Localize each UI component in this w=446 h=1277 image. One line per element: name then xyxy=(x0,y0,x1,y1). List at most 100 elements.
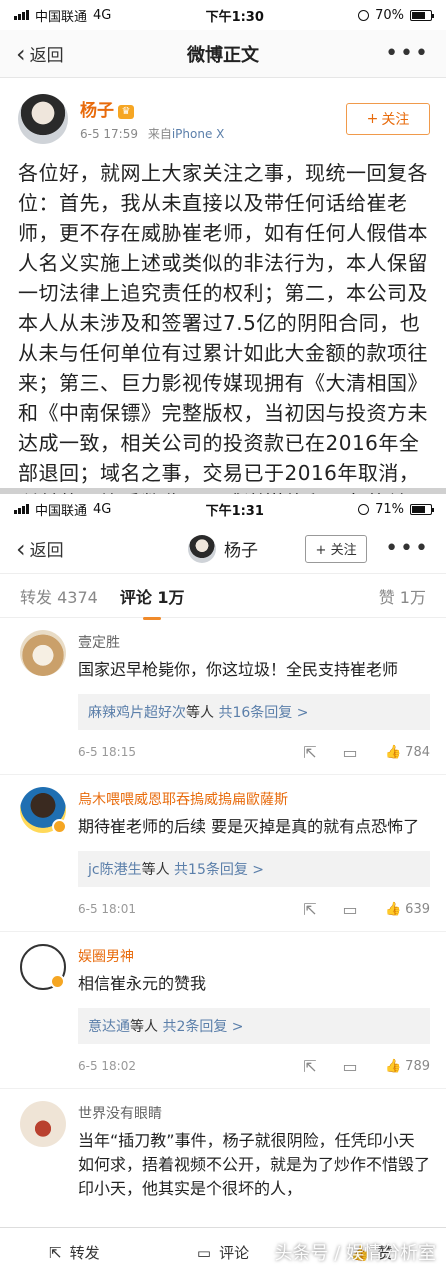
thumbs-up-icon: 👍 xyxy=(384,901,402,917)
like-button[interactable]: 👍 784 xyxy=(370,745,430,760)
comment-item: 壹定胜 国家迟早枪毙你，你这垃圾！全民支持崔老师 麻辣鸡片超好次等人 共16条回… xyxy=(0,618,446,775)
avatar xyxy=(188,534,216,563)
follow-button[interactable]: + 关注 xyxy=(305,534,368,563)
battery-percent: 70% xyxy=(375,7,404,23)
like-button[interactable]: 👍 789 xyxy=(370,1059,430,1074)
battery-icon xyxy=(410,503,434,515)
carrier-label: 中国联通 xyxy=(35,503,88,519)
signal-icon xyxy=(14,10,29,20)
comment-author[interactable]: 娱圈男神 xyxy=(78,946,430,966)
more-icon[interactable]: ••• xyxy=(385,41,430,66)
comment-icon: ▭ xyxy=(196,1243,212,1262)
comment-text: 期待崔老师的后续 要是灭掉是真的就有点恐怖了 xyxy=(78,817,420,836)
nav-bar: ‹ 返回 微博正文 ••• xyxy=(0,30,446,78)
chevron-left-icon: ‹ xyxy=(16,39,26,68)
replies-preview[interactable]: jc陈港生等人 共15条回复 > xyxy=(78,851,430,887)
more-icon[interactable]: ••• xyxy=(385,536,430,561)
replies-mid: 等人 xyxy=(186,705,214,721)
battery-icon xyxy=(410,9,434,21)
comment-author[interactable]: 壹定胜 xyxy=(78,632,430,652)
back-button[interactable]: ‹ 返回 xyxy=(16,534,64,563)
status-bar: 中国联通 4G 下午1:30 70% xyxy=(0,0,446,30)
comment-footer: 6-5 18:02 ⇱ ▭ 👍 789 xyxy=(78,1044,430,1088)
comment-text: 国家迟早枪毙你，你这垃圾！全民支持崔老师 xyxy=(78,660,399,679)
vip-crown-icon: ♛ xyxy=(118,104,134,119)
verified-badge-icon xyxy=(52,819,67,834)
thumbs-up-icon: 👍 xyxy=(384,744,402,760)
share-icon[interactable]: ⇱ xyxy=(290,1057,330,1076)
screen-comments: 中国联通 4G 下午1:31 71% ‹ 返回 杨子 + 关注 ••• 转发 4… xyxy=(0,494,446,1277)
like-count: 784 xyxy=(405,744,430,760)
clock-label: 下午1:30 xyxy=(205,9,264,25)
post-time: 6-5 17:59 xyxy=(80,127,138,141)
watermark-text: 头条号 / 娱情分析室 xyxy=(274,1243,436,1264)
avatar[interactable] xyxy=(20,1101,66,1147)
nav-username: 杨子 xyxy=(224,541,258,561)
replies-count-link[interactable]: 共2条回复 > xyxy=(162,1019,243,1035)
like-button[interactable]: 👍 639 xyxy=(370,902,430,917)
replies-count-link[interactable]: 共16条回复 > xyxy=(218,705,308,721)
tab-bar: 转发 4374 评论 1万 赞 1万 xyxy=(0,574,446,620)
tab-repost[interactable]: 转发 4374 xyxy=(20,584,98,608)
rotation-lock-icon xyxy=(358,9,370,21)
repost-icon: ⇱ xyxy=(49,1243,62,1262)
reply-icon[interactable]: ▭ xyxy=(330,1057,370,1076)
replies-count-link[interactable]: 共15条回复 > xyxy=(174,862,264,878)
reply-icon[interactable]: ▭ xyxy=(330,900,370,919)
tab-comment[interactable]: 评论 1万 xyxy=(120,584,185,620)
nav-bar: ‹ 返回 杨子 + 关注 ••• xyxy=(0,524,446,574)
avatar[interactable] xyxy=(18,94,68,144)
share-icon[interactable]: ⇱ xyxy=(290,743,330,762)
post-body: 各位好，就网上大家关注之事，现统一回复各位：首先，我从未直接以及带任何话给崔老师… xyxy=(18,161,428,545)
signal-icon xyxy=(14,504,29,514)
repost-label: 转发 xyxy=(69,1244,100,1262)
clock-label: 下午1:31 xyxy=(205,503,264,519)
replies-preview[interactable]: 意达通等人 共2条回复 > xyxy=(78,1008,430,1044)
battery-percent: 71% xyxy=(375,501,404,517)
replies-preview[interactable]: 麻辣鸡片超好次等人 共16条回复 > xyxy=(78,694,430,730)
follow-button[interactable]: + 关注 xyxy=(346,103,430,135)
chevron-left-icon: ‹ xyxy=(16,534,26,563)
reply-user-link[interactable]: 麻辣鸡片超好次 xyxy=(88,705,186,721)
author-name[interactable]: 杨子 xyxy=(80,101,114,121)
comment-item: 烏木喂喂威恩耶吞摀威摀扁歐薩斯 期待崔老师的后续 要是灭掉是真的就有点恐怖了 j… xyxy=(0,775,446,932)
device-source[interactable]: iPhone X xyxy=(172,127,225,141)
rotation-lock-icon xyxy=(358,503,370,515)
back-button[interactable]: ‹ 返回 xyxy=(16,39,64,68)
comment-item: 娱圈男神 相信崔永元的赞我 意达通等人 共2条回复 > 6-5 18:02 ⇱ … xyxy=(0,932,446,1089)
page-title: 微博正文 xyxy=(187,44,259,66)
comment-time: 6-5 18:01 xyxy=(78,902,136,916)
status-bar: 中国联通 4G 下午1:31 71% xyxy=(0,494,446,524)
reply-user-link[interactable]: jc陈港生 xyxy=(88,862,142,878)
tab-like[interactable]: 赞 1万 xyxy=(379,584,426,608)
comment-author[interactable]: 世界没有眼睛 xyxy=(78,1103,430,1123)
reply-icon[interactable]: ▭ xyxy=(330,743,370,762)
weibo-post: 杨子 ♛ 6-5 17:59 来自iPhone X + 关注 各位好，就网上大家关… xyxy=(0,78,446,548)
plus-icon: + xyxy=(366,111,379,127)
avatar[interactable] xyxy=(20,630,66,676)
reply-user-link[interactable]: 意达通 xyxy=(88,1019,130,1035)
share-icon[interactable]: ⇱ xyxy=(290,900,330,919)
like-count: 789 xyxy=(405,1058,430,1074)
thumbs-up-icon: 👍 xyxy=(384,1058,402,1074)
carrier-label: 中国联通 xyxy=(35,9,88,25)
repost-button[interactable]: ⇱ 转发 xyxy=(0,1242,149,1263)
comment-time: 6-5 18:15 xyxy=(78,745,136,759)
avatar[interactable] xyxy=(20,944,66,990)
follow-label: 关注 xyxy=(381,112,410,128)
comment-footer: 6-5 18:01 ⇱ ▭ 👍 639 xyxy=(78,887,430,931)
network-label: 4G xyxy=(93,501,112,517)
comment-text: 当年“插刀教”事件，杨子就很阴险，任凭印小天如何求，捂着视频不公开，就是为了炒作… xyxy=(78,1131,431,1198)
screen-post-detail: 中国联通 4G 下午1:30 70% ‹ 返回 微博正文 ••• 杨子 ♛ 6-5… xyxy=(0,0,446,545)
back-label: 返回 xyxy=(29,46,64,66)
verified-badge-icon xyxy=(50,974,65,989)
avatar[interactable] xyxy=(20,787,67,834)
nav-user: 杨子 xyxy=(0,534,446,563)
comment-time: 6-5 18:02 xyxy=(78,1059,136,1073)
back-label: 返回 xyxy=(29,541,64,561)
replies-mid: 等人 xyxy=(141,862,170,878)
comment-author[interactable]: 烏木喂喂威恩耶吞摀威摀扁歐薩斯 xyxy=(78,789,430,809)
replies-mid: 等人 xyxy=(130,1019,158,1035)
comment-label: 评论 xyxy=(219,1244,250,1262)
comment-text: 相信崔永元的赞我 xyxy=(78,974,207,993)
